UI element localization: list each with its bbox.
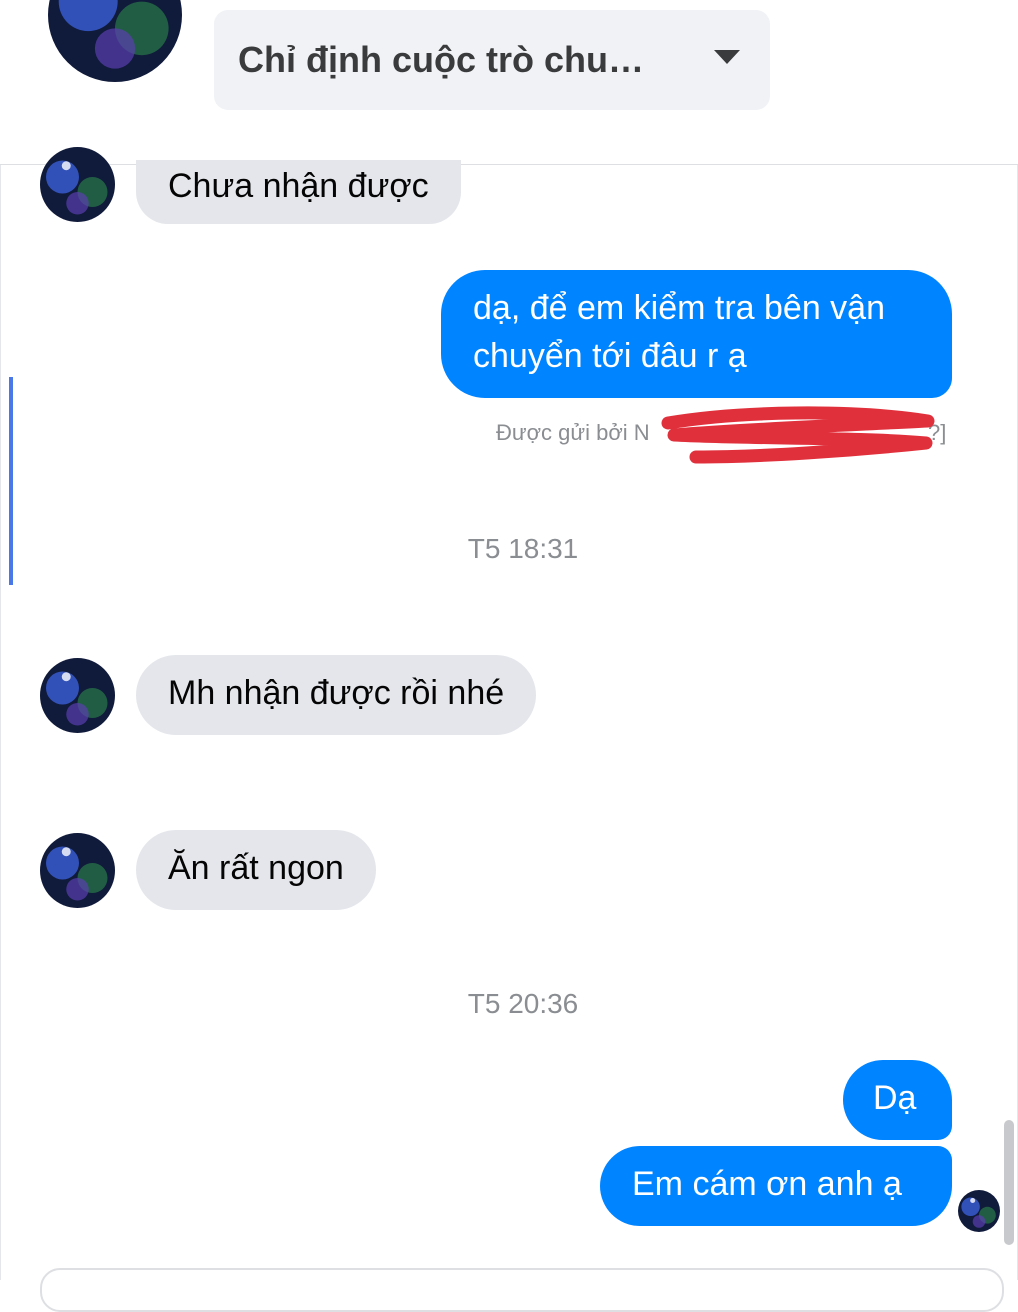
avatar-image (40, 658, 115, 733)
outgoing-message[interactable]: dạ, để em kiểm tra bên vận chuyển tới đâ… (441, 270, 952, 398)
assign-conversation-dropdown[interactable]: Chỉ định cuộc trò chu… (214, 10, 770, 110)
avatar-image (958, 1190, 1000, 1232)
message-composer[interactable] (40, 1268, 1004, 1312)
incoming-message[interactable]: Mh nhận được rồi nhé (136, 655, 537, 735)
incoming-message[interactable]: Ăn rất ngon (136, 830, 376, 910)
caret-down-icon (714, 50, 740, 64)
message-text: Dạ (873, 1079, 917, 1117)
outgoing-message[interactable]: Em cám ơn anh ạ (600, 1146, 952, 1226)
redaction-scribble (661, 406, 935, 464)
avatar-image (48, 0, 182, 82)
timestamp: T5 20:36 (467, 988, 579, 1019)
seen-avatar (958, 1190, 1000, 1232)
message-text-line: chuyển tới đâu r ạ (473, 337, 747, 375)
message-text-line: dạ, để em kiểm tra bên vận (473, 289, 886, 327)
contact-avatar-small[interactable] (40, 147, 115, 222)
avatar-image (40, 833, 115, 908)
message-text: Chưa nhận được (168, 167, 429, 205)
message-text: Em cám ơn anh ạ (632, 1165, 902, 1203)
outgoing-message[interactable]: Dạ (843, 1060, 952, 1140)
sent-by-label: Được gửi bởi N (496, 420, 650, 445)
conversation-header: Chỉ định cuộc trò chu… (0, 0, 1018, 165)
timestamp: T5 18:31 (467, 533, 579, 564)
contact-avatar[interactable] (48, 0, 182, 82)
incoming-message[interactable]: Chưa nhận được (136, 160, 461, 224)
message-text: Ăn rất ngon (168, 849, 344, 887)
contact-avatar-small[interactable] (40, 833, 115, 908)
assign-conversation-label: Chỉ định cuộc trò chu… (238, 39, 644, 80)
scrollbar-thumb[interactable] (1004, 1120, 1014, 1245)
contact-avatar-small[interactable] (40, 658, 115, 733)
message-text: Mh nhận được rồi nhé (168, 674, 505, 712)
avatar-image (40, 147, 115, 222)
focus-indicator (9, 377, 13, 585)
